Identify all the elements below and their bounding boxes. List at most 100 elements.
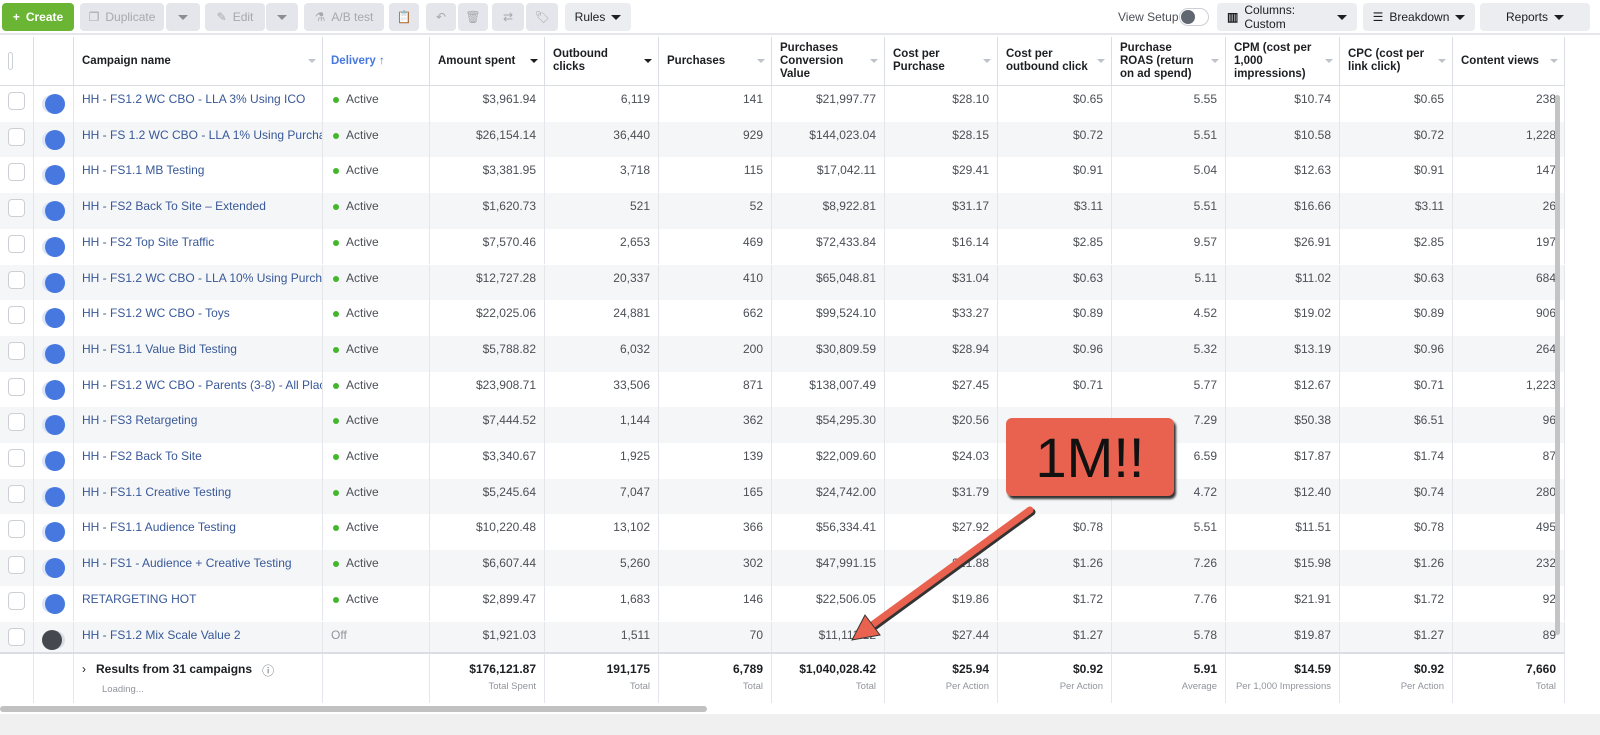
sort-caret-icon[interactable]	[983, 59, 991, 63]
table-row[interactable]: HH - FS3 Retargeting Active $7,444.52 1,144…	[0, 407, 1565, 443]
clipboard-button[interactable]: 📋	[389, 3, 419, 31]
row-checkbox[interactable]	[8, 627, 25, 646]
table-row[interactable]: HH - FS2 Back To Site Active $3,340.67 1,92…	[0, 443, 1565, 479]
campaign-toggle[interactable]	[42, 486, 65, 507]
row-checkbox[interactable]	[8, 591, 25, 610]
column-header[interactable]: Content views	[1453, 37, 1565, 85]
campaign-name-link[interactable]: HH - FS1.2 WC CBO - LLA 10% Using Purcha…	[82, 271, 322, 285]
edit-dropdown[interactable]	[266, 3, 298, 31]
breakdown-button[interactable]: ☰ Breakdown	[1363, 3, 1475, 31]
campaign-name-link[interactable]: HH - FS2 Back To Site	[82, 449, 202, 463]
campaign-toggle[interactable]	[42, 629, 65, 650]
campaign-toggle[interactable]	[42, 558, 65, 579]
campaign-name-link[interactable]: HH - FS2 Top Site Traffic	[82, 235, 214, 249]
delete-button[interactable]: 🗑	[458, 3, 488, 31]
row-checkbox[interactable]	[8, 377, 25, 396]
campaign-name-link[interactable]: HH - FS1.2 WC CBO - Parents (3-8) - All …	[82, 378, 322, 392]
preview-button[interactable]: ⇄	[492, 3, 524, 31]
column-header[interactable]: Cost per outbound click	[998, 37, 1112, 85]
column-header[interactable]: CPC (cost per link click)	[1340, 37, 1453, 85]
row-checkbox[interactable]	[8, 520, 25, 539]
column-header[interactable]: CPM (cost per 1,000 impressions)	[1226, 37, 1340, 85]
sort-caret-icon[interactable]	[1211, 59, 1219, 63]
info-icon[interactable]: ⓘ	[262, 662, 274, 679]
campaign-name-link[interactable]: HH - FS1 - Audience + Creative Testing	[82, 556, 292, 570]
campaign-toggle[interactable]	[42, 272, 65, 293]
select-all-checkbox[interactable]	[8, 52, 13, 70]
table-row[interactable]: HH - FS 1.2 WC CBO - LLA 1% Using Purcha…	[0, 121, 1565, 158]
sort-caret-icon[interactable]	[1438, 59, 1446, 63]
row-checkbox[interactable]	[8, 270, 25, 289]
column-header[interactable]: Delivery ↑	[323, 37, 430, 85]
campaign-name-link[interactable]: HH - FS1.1 Audience Testing	[82, 520, 236, 534]
view-setup-toggle[interactable]	[1179, 8, 1209, 26]
tag-button[interactable]: 🏷	[526, 3, 558, 31]
campaign-name-link[interactable]: HH - FS 1.2 WC CBO - LLA 1% Using Purcha…	[82, 128, 322, 142]
sort-caret-icon[interactable]	[1097, 59, 1105, 63]
column-header[interactable]: Amount spent	[430, 37, 545, 85]
row-checkbox[interactable]	[8, 413, 25, 432]
columns-button[interactable]: ▥ Columns: Custom	[1217, 3, 1357, 31]
sort-caret-icon[interactable]	[870, 59, 878, 63]
column-header[interactable]: Campaign name	[74, 37, 323, 85]
campaign-name-link[interactable]: RETARGETING HOT	[82, 592, 196, 606]
create-button[interactable]: + Create	[2, 3, 74, 31]
column-header[interactable]: Purchases	[659, 37, 772, 85]
campaign-toggle[interactable]	[42, 308, 65, 329]
vertical-scrollbar[interactable]	[1555, 95, 1560, 635]
table-row[interactable]: RETARGETING HOT Active $2,899.47 1,683 146 $2…	[0, 585, 1565, 622]
sort-caret-icon[interactable]	[308, 59, 316, 63]
table-row[interactable]: HH - FS1.2 WC CBO - Parents (3-8) - All …	[0, 371, 1565, 408]
table-row[interactable]: HH - FS1.1 Value Bid Testing Active $5,788…	[0, 335, 1565, 372]
table-row[interactable]: HH - FS1.2 WC CBO - LLA 10% Using Purcha…	[0, 264, 1565, 301]
campaign-toggle[interactable]	[42, 379, 65, 400]
sort-caret-icon[interactable]	[644, 59, 652, 63]
table-row[interactable]: HH - FS2 Top Site Traffic Active $7,570.46…	[0, 228, 1565, 265]
duplicate-dropdown[interactable]	[166, 3, 200, 31]
campaign-name-link[interactable]: HH - FS1.1 Creative Testing	[82, 485, 231, 499]
campaign-toggle[interactable]	[42, 593, 65, 614]
table-row[interactable]: HH - FS1.1 Audience Testing Active $10,220…	[0, 514, 1565, 551]
campaign-name-link[interactable]: HH - FS1.2 WC CBO - LLA 3% Using ICO	[82, 92, 305, 106]
campaign-name-link[interactable]: HH - FS1.2 WC CBO - Toys	[82, 306, 230, 320]
column-header[interactable]: Purchase ROAS (return on ad spend)	[1112, 37, 1226, 85]
row-checkbox[interactable]	[8, 306, 25, 325]
campaign-name-link[interactable]: HH - FS3 Retargeting	[82, 413, 197, 427]
campaign-toggle[interactable]	[42, 94, 65, 114]
horizontal-scrollbar[interactable]	[0, 704, 1600, 714]
sort-caret-icon[interactable]	[1325, 59, 1333, 63]
campaign-toggle[interactable]	[42, 343, 65, 364]
edit-button[interactable]: ✎ Edit	[205, 3, 265, 31]
row-checkbox[interactable]	[8, 484, 25, 503]
reports-button[interactable]: Reports	[1480, 3, 1590, 31]
row-checkbox[interactable]	[8, 199, 25, 218]
row-checkbox[interactable]	[8, 127, 25, 146]
duplicate-button[interactable]: ❐ Duplicate	[80, 3, 164, 31]
table-row[interactable]: HH - FS1.2 WC CBO - LLA 3% Using ICO Acti…	[0, 86, 1565, 122]
campaign-toggle[interactable]	[42, 451, 65, 471]
column-header[interactable]: Purchases Conversion Value	[772, 37, 885, 85]
expand-chevron-icon[interactable]: ›	[82, 662, 86, 679]
campaign-name-link[interactable]: HH - FS2 Back To Site – Extended	[82, 199, 266, 213]
undo-button[interactable]: ↶	[426, 3, 456, 31]
table-row[interactable]: HH - FS1.1 Creative Testing Active $5,245.…	[0, 478, 1565, 515]
column-header[interactable]: Cost per Purchase	[885, 37, 998, 85]
row-checkbox[interactable]	[8, 341, 25, 360]
sort-caret-icon[interactable]	[1550, 59, 1558, 63]
row-checkbox[interactable]	[8, 449, 25, 467]
campaign-name-link[interactable]: HH - FS1.1 Value Bid Testing	[82, 342, 237, 356]
campaign-name-link[interactable]: HH - FS1.2 Mix Scale Value 2	[82, 628, 241, 642]
campaign-toggle[interactable]	[42, 129, 65, 150]
ab-test-button[interactable]: ⚗ A/B test	[304, 3, 384, 31]
sort-caret-icon[interactable]	[757, 59, 765, 63]
campaign-toggle[interactable]	[42, 165, 65, 186]
row-checkbox[interactable]	[8, 234, 25, 253]
sort-caret-icon[interactable]	[530, 59, 538, 63]
table-row[interactable]: HH - FS2 Back To Site – Extended Active $1…	[0, 193, 1565, 229]
row-checkbox[interactable]	[8, 556, 25, 575]
table-row[interactable]: HH - FS1 - Audience + Creative Testing Ac…	[0, 550, 1565, 586]
table-row[interactable]: HH - FS1.1 MB Testing Active $3,381.95 3,71…	[0, 157, 1565, 194]
column-header[interactable]: Outbound clicks	[545, 37, 659, 85]
campaign-toggle[interactable]	[42, 201, 65, 222]
row-checkbox[interactable]	[8, 92, 25, 110]
